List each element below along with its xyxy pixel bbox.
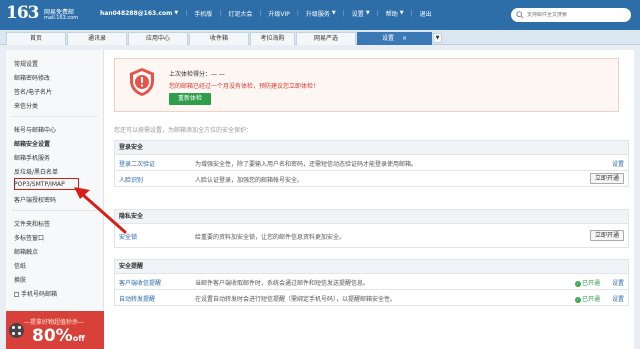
settings-link[interactable]: 设置 xyxy=(612,159,624,168)
chevron-down-icon[interactable]: ▼ xyxy=(366,10,370,16)
tab-bar: 首页 通讯录 应用中心 收件箱 考拉海购 网易严选 设置 × ▼ xyxy=(0,30,640,45)
search-icon xyxy=(516,11,524,19)
divider xyxy=(12,116,98,117)
last-score: 上次体检得分：— — xyxy=(169,71,225,78)
sidebar-item-general[interactable]: 常规设置 xyxy=(14,59,38,68)
tab-settings-label: 设置 xyxy=(381,35,394,42)
sidebar-item-mobile-service[interactable]: 邮箱手机服务 xyxy=(14,153,50,162)
row-description: 当邮件客户端收取邮件时，系统会通过邮件和短信发送提醒信息。 xyxy=(195,280,370,287)
row-description: 为增强安全性，除了要输入用户名和密码，还需短信动态验证码才能登录使用邮箱。 xyxy=(195,161,418,168)
warning-shield-icon xyxy=(130,68,154,96)
tab-kaola[interactable]: 考拉海购 xyxy=(250,32,295,45)
account-email[interactable]: han048288@163.com xyxy=(100,10,172,17)
sidebar-item-signature[interactable]: 签名/电子名片 xyxy=(14,87,52,96)
search-input[interactable] xyxy=(527,12,623,18)
sidebar-item-filters[interactable]: 来信分类 xyxy=(14,101,38,110)
tab-contacts[interactable]: 通讯录 xyxy=(67,32,127,45)
row-description: 人脸认证登录，加强您的邮箱帐号安全。 xyxy=(195,177,304,184)
forward-reminder-link[interactable]: 自动转发提醒 xyxy=(119,294,155,303)
sidebar-item-stationery[interactable]: 信纸 xyxy=(14,261,26,270)
settings-sidebar: 常规设置 邮箱密码修改 签名/电子名片 来信分类 帐号与邮箱中心 邮箱安全设置 … xyxy=(6,50,104,349)
section-title: 安全提醒 xyxy=(114,259,629,274)
status-badge: ✓ 已开通 xyxy=(574,296,600,303)
table-row: 自动转发提醒 在设置自动转发时会进行短信提醒（需绑定手机号码），以提醒邮箱安全性… xyxy=(114,290,629,306)
section-title: 隐私安全 xyxy=(114,209,629,224)
row-description: 给重要的资料加安全锁，让您的邮件信息资料更加安全。 xyxy=(195,234,346,241)
tab-home[interactable]: 首页 xyxy=(6,32,66,45)
sidebar-item-skin[interactable]: 换肤 xyxy=(14,275,26,284)
check-icon: ✓ xyxy=(574,297,581,303)
check-icon: ✓ xyxy=(574,281,581,287)
chevron-down-icon[interactable]: ▼ xyxy=(332,10,336,16)
upgrade-vip-link[interactable]: 升级VIP xyxy=(268,9,290,18)
table-row: 登录二次验证 为增强安全性，除了要输入用户名和密码，还需短信动态验证码才能登录使… xyxy=(114,155,629,171)
sidebar-item-touchpoint[interactable]: 邮箱触点 xyxy=(14,247,38,256)
sidebar-item-multi-tab[interactable]: 多标签窗口 xyxy=(14,233,44,242)
security-checkup-alert: 上次体检得分：— — 您的邮箱已经过一个月没有体检，预防建议您立即体检！ 重新体… xyxy=(114,58,619,112)
status-badge: ✓ 已开通 xyxy=(574,280,600,287)
upgrade-service-link[interactable]: 升级服务 xyxy=(306,9,330,18)
row-description: 在设置自动转发时会进行短信提醒（需绑定手机号码），以提醒邮箱安全性。 xyxy=(195,296,397,303)
table-row: 人脸识别 人脸认证登录，加强您的邮箱帐号安全。 立即开通 xyxy=(114,171,629,187)
sidebar-item-password[interactable]: 邮箱密码修改 xyxy=(14,73,50,82)
chevron-down-icon[interactable]: ▼ xyxy=(433,33,442,43)
event-link[interactable]: 灯泥大会 xyxy=(228,9,252,18)
promo-text: —提拿好物超值秒杀— xyxy=(24,319,85,326)
face-recognition-link[interactable]: 人脸识别 xyxy=(119,175,143,184)
tab-inbox[interactable]: 收件箱 xyxy=(189,32,249,45)
main-panel: 上次体检得分：— — 您的邮箱已经过一个月没有体检，预防建议您立即体检！ 重新体… xyxy=(104,50,634,349)
logout-link[interactable]: 退出 xyxy=(420,9,432,18)
sidebar-item-auth-code[interactable]: 客户端授权密码 xyxy=(14,195,56,204)
intro-text: 您还可以按需设置，为邮箱添加全方位的安全保护： xyxy=(114,127,253,134)
app-grid-icon[interactable] xyxy=(9,323,24,338)
tab-yanxuan[interactable]: 网易严选 xyxy=(296,32,356,45)
chevron-down-icon[interactable]: ▼ xyxy=(400,10,404,16)
logo-domain: mail.163.com xyxy=(44,15,79,21)
mobile-version-link[interactable]: 手机版 xyxy=(194,9,212,18)
promo-banner[interactable]: —提拿好物超值秒杀— 80%off xyxy=(6,311,104,349)
tab-app-center[interactable]: 应用中心 xyxy=(128,32,188,45)
security-lock-link[interactable]: 安全锁 xyxy=(119,232,137,241)
logo-number: 163 xyxy=(6,3,39,23)
search-box[interactable] xyxy=(511,8,631,22)
sidebar-item-security[interactable]: 邮箱安全设置 xyxy=(14,139,50,148)
enable-button[interactable]: 立即开通 xyxy=(590,230,624,241)
sidebar-item-phone-mailbox[interactable]: 手机号码邮箱 xyxy=(14,289,57,298)
divider xyxy=(12,210,98,211)
table-row: 安全锁 给重要的资料加安全锁，让您的邮件信息资料更加安全。 立即开通 xyxy=(114,224,629,248)
alert-message: 您的邮箱已经过一个月没有体检，预防建议您立即体检！ xyxy=(169,83,320,90)
client-reminder-link[interactable]: 客户端收信提醒 xyxy=(119,278,161,287)
sidebar-item-antispam[interactable]: 反垃圾/黑白名单 xyxy=(14,167,58,176)
sidebar-item-account-center[interactable]: 帐号与邮箱中心 xyxy=(14,125,56,134)
recheck-button[interactable]: 重新体检 xyxy=(169,93,211,105)
sidebar-item-pop3[interactable]: POP3/SMTP/IMAP xyxy=(14,181,65,188)
table-row: 客户端收信提醒 当邮件客户端收取邮件时，系统会通过邮件和短信发送提醒信息。 ✓ 已… xyxy=(114,274,629,290)
tab-settings[interactable]: 设置 × xyxy=(357,32,432,45)
top-nav: han048288@163.com ▼ | 手机版 | 灯泥大会 | 升级VIP … xyxy=(100,9,432,18)
sidebar-item-folders[interactable]: 文件夹和标签 xyxy=(14,219,50,228)
sidebar-item-label: 手机号码邮箱 xyxy=(21,291,58,298)
promo-discount: 80%off xyxy=(32,326,85,346)
checkbox[interactable] xyxy=(14,292,19,297)
two-step-link[interactable]: 登录二次验证 xyxy=(119,159,155,168)
settings-link[interactable]: 设置 xyxy=(612,294,624,303)
enable-button[interactable]: 立即开通 xyxy=(590,173,624,184)
close-icon[interactable]: × xyxy=(402,35,407,42)
settings-link[interactable]: 设置 xyxy=(352,9,364,18)
help-link[interactable]: 帮助 xyxy=(386,9,398,18)
top-header: 163 网易免费邮 mail.163.com han048288@163.com… xyxy=(0,0,640,30)
section-title: 登录安全 xyxy=(114,140,629,155)
settings-link[interactable]: 设置 xyxy=(612,278,624,287)
chevron-down-icon[interactable]: ▼ xyxy=(174,10,178,16)
